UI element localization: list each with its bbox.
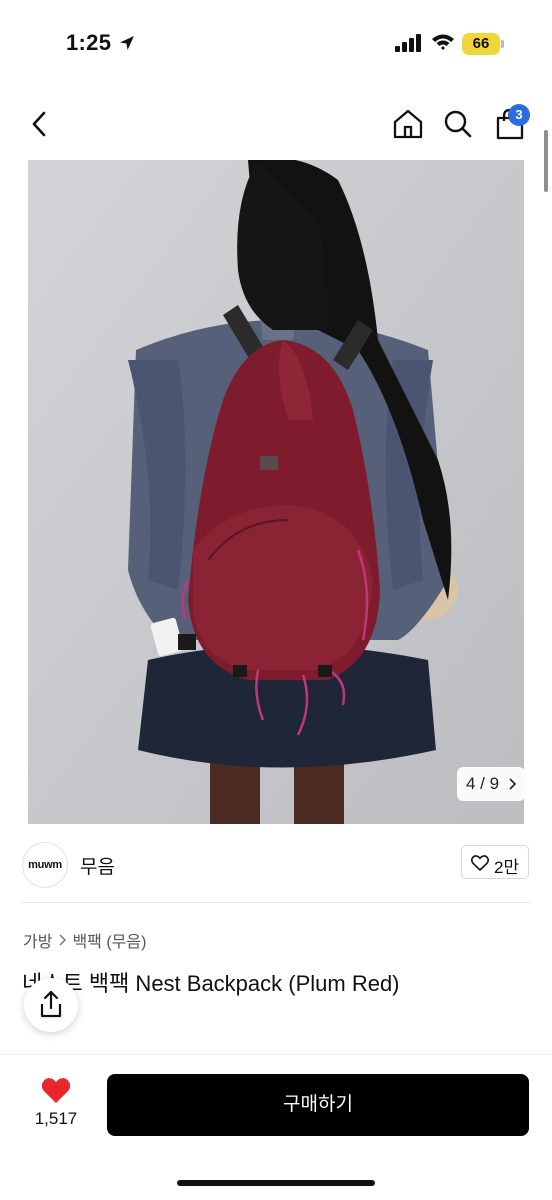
heart-outline-icon	[471, 855, 489, 871]
wishlist-button[interactable]: 1,517	[0, 1055, 110, 1145]
status-bar: 1:25 66	[0, 0, 552, 88]
product-title: 네스트 백팩 Nest Backpack (Plum Red)	[22, 971, 400, 996]
brand-logo-text: muwm	[28, 859, 62, 871]
battery-tip	[501, 40, 504, 48]
breadcrumb-subcategory[interactable]: 백팩 (무음)	[72, 928, 146, 952]
search-icon	[444, 110, 472, 138]
heart-filled-icon	[41, 1078, 71, 1103]
share-icon	[40, 990, 62, 1018]
scroll-indicator	[544, 130, 548, 192]
nav-bar	[0, 92, 552, 156]
location-arrow-icon	[120, 36, 134, 50]
back-chevron-icon	[32, 111, 46, 137]
backpack-photo	[28, 160, 524, 824]
breadcrumb-category[interactable]: 가방	[23, 928, 52, 952]
share-button[interactable]	[24, 978, 78, 1032]
home-button[interactable]	[388, 104, 428, 144]
back-button[interactable]	[20, 104, 60, 144]
cart-count-badge: 3	[508, 104, 530, 126]
home-indicator	[177, 1180, 375, 1186]
battery-indicator: 66	[462, 33, 504, 55]
divider	[22, 902, 530, 903]
brand-like-count: 2만	[494, 858, 520, 877]
product-image[interactable]	[28, 160, 524, 824]
home-icon	[393, 109, 423, 139]
wishlist-count: 1,517	[34, 1109, 78, 1128]
bottom-bar: 1,517 구매하기	[0, 1054, 552, 1200]
brand-like-button[interactable]: 2만	[461, 845, 529, 879]
cellular-signal-icon	[395, 34, 421, 52]
breadcrumb: 가방 백팩 (무음)	[23, 928, 146, 952]
buy-button[interactable]: 구매하기	[107, 1074, 529, 1136]
brand-logo[interactable]: muwm	[22, 842, 68, 888]
brand-name[interactable]: 무음	[80, 852, 115, 879]
wifi-icon	[432, 34, 454, 50]
chevron-right-icon	[59, 934, 67, 946]
chevron-right-icon	[509, 778, 517, 790]
search-button[interactable]	[438, 104, 478, 144]
brand-row: muwm 무음 2만	[0, 832, 552, 896]
battery-level: 66	[472, 35, 490, 52]
status-time: 1:25	[66, 30, 112, 55]
image-counter-text: 4 / 9	[466, 774, 500, 793]
image-counter[interactable]: 4 / 9	[457, 767, 525, 801]
